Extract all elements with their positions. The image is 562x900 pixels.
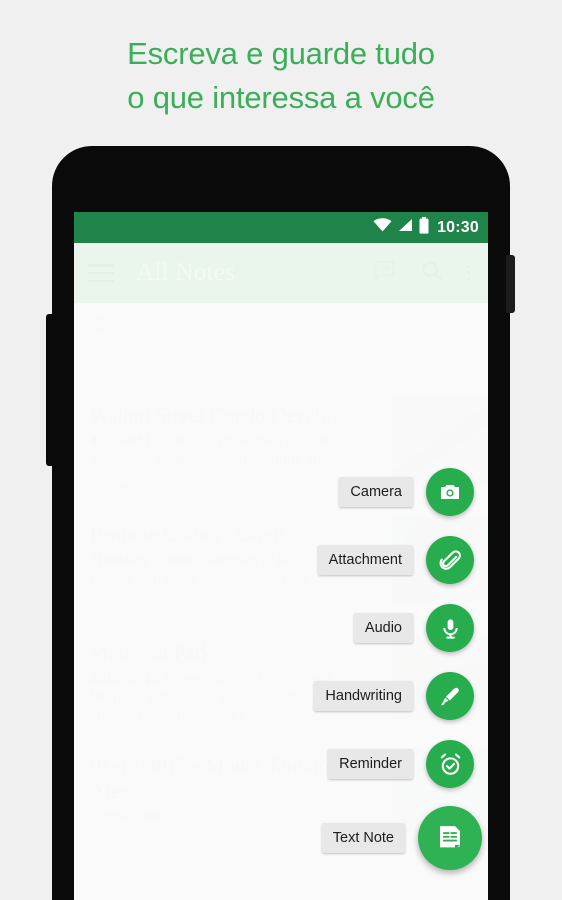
audio-fab-button[interactable] [426,604,474,652]
headline-line-1: Escreva e guarde tudo [127,36,435,71]
volume-button[interactable] [46,314,55,466]
new-note-icon[interactable] [373,259,396,287]
screenshot-root: Escreva e guarde tudo o que interessa a … [0,0,562,900]
pen-icon [438,684,462,708]
note-snippet-lead: 2015/02/09 [90,808,161,824]
status-bar: 10:30 [74,212,488,243]
handwriting-fab-button[interactable] [426,672,474,720]
page-title: All Notes [136,259,236,286]
attachment-fab-button[interactable] [426,536,474,584]
signal-icon [398,218,413,237]
speed-dial-item-camera[interactable]: Camera [339,468,474,516]
alarm-clock-icon [90,315,107,337]
overflow-menu-icon[interactable] [466,264,470,282]
app-bar-actions [373,259,475,287]
reminders-row[interactable]: REMINDERS 5 [74,303,488,349]
power-button[interactable] [506,255,515,313]
speed-dial-label: Attachment [317,545,413,575]
notes-list: REMINDERS 5 FEBRUARY 2015 Walnut Street … [74,303,488,900]
speed-dial-item-reminder[interactable]: Reminder [328,740,474,788]
note-snippet-lead: 4:07 PM [90,432,143,448]
hamburger-menu-icon[interactable] [88,264,114,282]
alarm-clock-icon [90,597,104,614]
speed-dial: Camera Attachment Audio Handwriting Remi… [314,468,482,900]
search-icon[interactable] [420,259,443,287]
speed-dial-item-handwriting[interactable]: Handwriting [314,672,474,720]
speed-dial-label: Handwriting [314,681,413,711]
note-meta-date: Feb 28 [111,479,154,494]
page-headline: Escreva e guarde tudo o que interessa a … [0,32,562,120]
paperclip-icon [438,548,463,573]
alarm-clock-icon [438,752,463,777]
speed-dial-label: Reminder [328,749,413,779]
speed-dial-item-text-note[interactable]: Text Note [321,806,482,870]
speed-dial-label: Camera [339,477,413,507]
camera-fab-button[interactable] [426,468,474,516]
alarm-clock-icon [90,478,104,495]
speed-dial-item-attachment[interactable]: Attachment [317,536,474,584]
status-bar-time: 10:30 [437,218,479,236]
month-header: FEBRUARY 2015 [90,371,209,386]
speed-dial-label: Text Note [321,823,405,853]
reminders-label: REMINDERS [133,317,235,334]
app-bar: All Notes [74,243,488,303]
note-snippet-lead: 2015/02/10 [90,670,161,686]
reminders-count-badge: 5 [448,313,472,338]
microphone-icon [439,617,462,640]
speed-dial-label: Audio [353,613,413,643]
wifi-icon [373,218,392,237]
text-note-icon [435,823,465,853]
reminder-fab-button[interactable] [426,740,474,788]
headline-line-2: o que interessa a você [127,80,435,115]
battery-icon [419,216,429,239]
note-snippet-lead: Thursday [90,551,149,567]
phone-screen: 10:30 All Notes REMINDERS 5 FEBRUARY 201… [74,212,488,900]
text-note-fab-button[interactable] [418,806,482,870]
speed-dial-item-audio[interactable]: Audio [353,604,474,652]
camera-icon [438,480,462,504]
